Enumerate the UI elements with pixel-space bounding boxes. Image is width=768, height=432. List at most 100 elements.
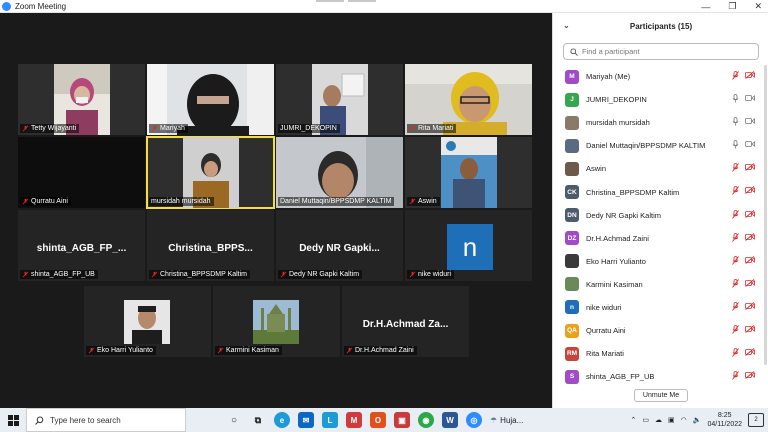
video-camera-icon[interactable] xyxy=(745,94,755,102)
cortana-icon[interactable]: ○ xyxy=(226,412,242,428)
video-camera-off-icon[interactable] xyxy=(745,186,755,195)
video-tile[interactable]: Mariyah xyxy=(147,64,274,135)
microphone-icon[interactable] xyxy=(732,140,739,149)
participant-photo xyxy=(124,300,170,344)
participant-row[interactable]: mursidah mursidah xyxy=(553,111,768,134)
mic-muted-icon[interactable] xyxy=(732,186,739,196)
video-camera-off-icon[interactable] xyxy=(745,278,755,287)
mic-muted-icon[interactable] xyxy=(732,209,739,219)
participant-row[interactable]: DZ Dr.H.Achmad Zaini xyxy=(553,227,768,250)
maximize-button[interactable]: ❐ xyxy=(728,1,736,12)
chrome-icon[interactable]: ◉ xyxy=(418,412,434,428)
video-camera-off-icon[interactable] xyxy=(745,232,755,241)
scrollbar[interactable] xyxy=(764,65,767,365)
participant-row[interactable]: Eko Harri Yulianto xyxy=(553,250,768,273)
video-camera-icon[interactable] xyxy=(745,117,755,125)
search-input[interactable] xyxy=(582,47,752,56)
video-tile[interactable]: Dr.H.Achmad Za... Dr.H.Achmad Zaini xyxy=(342,286,469,357)
participants-header: ⌄ Participants (15) xyxy=(553,13,768,39)
word-icon[interactable]: W xyxy=(442,412,458,428)
volume-icon[interactable]: 🔈 xyxy=(693,416,702,424)
display-icon[interactable]: ▣ xyxy=(668,416,675,424)
microphone-icon[interactable] xyxy=(732,94,739,103)
file-explorer-icon[interactable]: ▣ xyxy=(394,412,410,428)
video-tile[interactable]: Rita Mariati xyxy=(405,64,532,135)
video-camera-off-icon[interactable] xyxy=(745,71,755,79)
mic-muted-icon[interactable] xyxy=(732,325,739,334)
participant-row[interactable]: J JUMRI_DEKOPIN xyxy=(553,88,768,111)
weather-widget[interactable]: ☂ Huja... xyxy=(490,416,523,425)
notification-center-button[interactable]: 2 xyxy=(748,413,764,427)
video-tile[interactable]: Eko Harri Yulianto xyxy=(84,286,211,357)
participant-name: Christina_BPPSDMP Kaltim xyxy=(586,187,680,197)
participant-avatar: S xyxy=(565,369,579,384)
video-tile[interactable]: Aswin xyxy=(405,137,532,208)
video-tile[interactable]: shinta_AGB_FP_... shinta_AGB_FP_UB xyxy=(18,210,145,281)
mic-muted-icon[interactable] xyxy=(732,255,739,265)
video-tile[interactable]: Daniel Muttaqin/BPPSDMP KALTIM xyxy=(276,137,403,208)
mcafee-icon[interactable]: M xyxy=(346,412,362,428)
mail-icon[interactable]: ✉ xyxy=(298,412,314,428)
participant-row[interactable]: DN Dedy NR Gapki Kaltim xyxy=(553,204,768,227)
chevron-down-icon[interactable]: ⌄ xyxy=(563,21,570,30)
video-tile[interactable]: Qurratu Aini xyxy=(18,137,145,208)
video-camera-icon[interactable] xyxy=(745,140,755,148)
mic-muted-icon[interactable] xyxy=(732,232,739,242)
video-camera-off-icon[interactable] xyxy=(745,209,755,218)
mic-muted-icon xyxy=(22,198,29,205)
participant-search[interactable] xyxy=(563,43,759,60)
mic-muted-icon[interactable] xyxy=(732,348,739,357)
mic-muted-icon[interactable] xyxy=(732,278,739,288)
participant-row[interactable]: Aswin xyxy=(553,157,768,180)
video-camera-off-icon[interactable] xyxy=(745,371,755,380)
unmute-me-button[interactable]: Unmute Me xyxy=(633,389,689,402)
mic-muted-icon[interactable] xyxy=(732,371,739,380)
video-tile[interactable]: Christina_BPPS... Christina_BPPSDMP Kalt… xyxy=(147,210,274,281)
participant-row[interactable]: n nike widuri xyxy=(553,296,768,319)
participant-row[interactable]: Daniel Muttaqin/BPPSDMP KALTIM xyxy=(553,134,768,157)
close-button[interactable]: ✕ xyxy=(754,1,762,12)
network-icon[interactable]: ▭ xyxy=(642,416,649,424)
participant-avatar: CK xyxy=(565,185,579,200)
participant-name: nike widuri xyxy=(418,271,452,278)
participants-title: Participants (15) xyxy=(629,21,693,31)
video-tile[interactable]: Tetty Wijayanti xyxy=(18,64,145,135)
video-tile[interactable]: Karmini Kasiman xyxy=(213,286,340,357)
video-tile[interactable]: JUMRI_DEKOPIN xyxy=(276,64,403,135)
wifi-icon[interactable]: ◠ xyxy=(681,416,687,424)
video-tile[interactable]: Dedy NR Gapki... Dedy NR Gapki Kaltim xyxy=(276,210,403,281)
drag-handle[interactable] xyxy=(316,0,376,2)
clock[interactable]: 8:25 04/11/2022 xyxy=(707,411,742,429)
task-view-icon[interactable]: ⧉ xyxy=(250,412,266,428)
participant-row[interactable]: RM Rita Mariati xyxy=(553,342,768,365)
microphone-icon[interactable] xyxy=(732,117,739,126)
chevron-up-icon[interactable]: ⌃ xyxy=(631,416,637,424)
taskbar-search-box[interactable]: Type here to search xyxy=(26,408,186,432)
participant-row[interactable]: Karmini Kasiman xyxy=(553,273,768,296)
participant-name: Mariyah xyxy=(160,125,185,132)
video-tile-active-speaker[interactable]: mursidah mursidah xyxy=(146,136,275,209)
edge-browser-icon[interactable]: e xyxy=(274,412,290,428)
office-icon[interactable]: O xyxy=(370,412,386,428)
folder-app-icon[interactable]: L xyxy=(322,412,338,428)
zoom-app-icon[interactable]: ◎ xyxy=(466,412,482,428)
search-icon xyxy=(570,47,578,56)
participant-row[interactable]: M Mariyah (Me) xyxy=(553,65,768,88)
video-camera-off-icon[interactable] xyxy=(745,325,755,333)
windows-start-button[interactable] xyxy=(0,408,26,432)
mic-muted-icon xyxy=(409,198,416,205)
video-camera-off-icon[interactable] xyxy=(745,302,755,310)
mic-muted-icon[interactable] xyxy=(732,302,739,311)
video-camera-off-icon[interactable] xyxy=(745,255,755,264)
participant-avatar: QA xyxy=(565,323,579,338)
video-camera-off-icon[interactable] xyxy=(745,163,755,172)
minimize-button[interactable]: — xyxy=(701,2,710,12)
participant-row[interactable]: QA Qurratu Aini xyxy=(553,319,768,342)
cloud-icon[interactable]: ☁ xyxy=(655,416,662,424)
mic-muted-icon[interactable] xyxy=(732,163,739,173)
participant-row[interactable]: CK Christina_BPPSDMP Kaltim xyxy=(553,180,768,203)
video-camera-off-icon[interactable] xyxy=(745,348,755,356)
mic-muted-icon[interactable] xyxy=(732,71,739,80)
video-tile[interactable]: n nike widuri xyxy=(405,210,532,281)
panel-footer: Unmute Me xyxy=(553,383,768,408)
